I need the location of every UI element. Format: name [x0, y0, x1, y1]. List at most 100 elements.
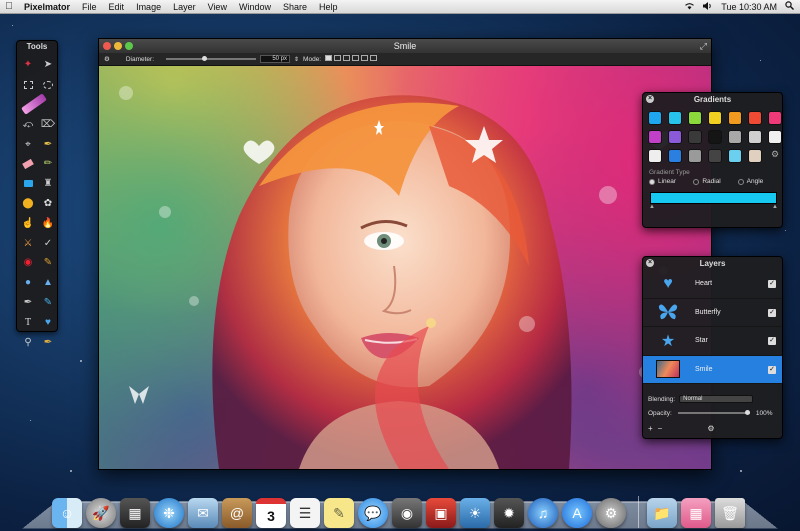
diameter-stepper-icon[interactable]: ⇕ [294, 56, 299, 63]
gradient-swatch[interactable] [648, 111, 662, 125]
menu-help[interactable]: Help [313, 0, 344, 14]
lasso-tool-icon[interactable]: ⤽ [18, 114, 38, 134]
gradient-swatch[interactable] [708, 111, 722, 125]
gradient-stop-left-icon[interactable]: ▲ [649, 204, 655, 210]
gradient-swatch[interactable] [728, 111, 742, 125]
system-preferences-icon[interactable]: ⚙ [596, 498, 626, 528]
diameter-value-field[interactable]: 50 px [260, 55, 291, 63]
type-tool-icon[interactable]: T [18, 312, 38, 332]
menu-layer[interactable]: Layer [167, 0, 202, 14]
opacity-value[interactable]: 100% [756, 410, 773, 417]
mode-other-icon[interactable] [370, 55, 378, 61]
mode-subtract-icon[interactable] [343, 55, 351, 61]
menu-window[interactable]: Window [233, 0, 277, 14]
sharpen-triangle-tool-icon[interactable]: ▲ [38, 273, 58, 293]
photo-booth-icon[interactable]: ▣ [426, 498, 456, 528]
gradient-swatch[interactable] [648, 130, 662, 144]
app-store-icon[interactable]: A [562, 498, 592, 528]
shape-heart-tool-icon[interactable]: ♥ [38, 312, 58, 332]
close-icon[interactable]: × [646, 95, 654, 103]
pen-tool-icon[interactable]: ✒ [18, 293, 38, 313]
mode-exclude-icon[interactable] [361, 55, 369, 61]
launchpad-icon[interactable]: 🚀 [86, 498, 116, 528]
menubar-clock[interactable]: Tue 10:30 AM [721, 2, 777, 12]
volume-icon[interactable] [703, 1, 713, 12]
mode-add-icon[interactable] [334, 55, 342, 61]
calendar-icon[interactable]: 3 [256, 498, 286, 528]
finder-icon[interactable]: ☺ [52, 498, 82, 528]
gradient-type-linear[interactable]: Linear [649, 178, 693, 185]
add-layer-button[interactable]: + [648, 424, 653, 433]
iphoto-icon[interactable]: ☀ [460, 498, 490, 528]
clone-stamp-tool-icon[interactable]: ♜ [38, 174, 58, 194]
menu-pixelmator[interactable]: Pixelmator [18, 0, 76, 14]
gradient-options-gear-icon[interactable]: ⚙ [768, 149, 782, 163]
layer-options-gear-icon[interactable]: ⚙ [707, 424, 714, 433]
smudge-tool-icon[interactable]: ☝ [18, 213, 38, 233]
minimize-window-button[interactable] [114, 42, 122, 50]
layer-visibility-checkbox[interactable]: ✓ [768, 337, 776, 345]
messages-icon[interactable]: 💬 [358, 498, 388, 528]
zoom-window-button[interactable] [125, 42, 133, 50]
applications-folder-icon[interactable]: 📁 [647, 498, 677, 528]
zoom-tool-icon[interactable]: ⚲ [18, 332, 38, 352]
brush-tool-icon[interactable]: ✏ [38, 154, 58, 174]
layer-row-smile[interactable]: Smile ✓ [643, 355, 782, 384]
fullscreen-icon[interactable]: ⤢ [700, 39, 707, 53]
eraser-tool-icon[interactable] [18, 154, 38, 174]
ellipse-select-tool-icon[interactable] [38, 75, 58, 95]
layer-row-heart[interactable]: ♥ Heart ✓ [643, 270, 782, 299]
gradient-swatch[interactable] [648, 149, 662, 163]
gradient-swatch[interactable] [728, 149, 742, 163]
gradient-swatch[interactable] [668, 149, 682, 163]
layer-visibility-checkbox[interactable]: ✓ [768, 365, 776, 374]
gradient-swatch[interactable] [708, 149, 722, 163]
itunes-icon[interactable]: ♫ [528, 498, 558, 528]
gradient-swatch[interactable] [668, 111, 682, 125]
move-tool-icon[interactable]: ➤ [38, 55, 58, 75]
gradient-swatch[interactable] [688, 111, 702, 125]
pencil-tool-icon[interactable]: ✎ [38, 253, 58, 273]
rect-select-tool-icon[interactable] [18, 75, 38, 95]
gradient-swatch[interactable] [768, 111, 782, 125]
layer-visibility-checkbox[interactable]: ✓ [768, 308, 776, 317]
gradient-swatch[interactable] [668, 130, 682, 144]
menu-image[interactable]: Image [130, 0, 167, 14]
mail-icon[interactable]: ✉ [188, 498, 218, 528]
eyedropper-tool-icon[interactable]: ✒ [38, 134, 58, 154]
image-canvas[interactable] [99, 66, 711, 469]
gradient-swatch[interactable] [748, 149, 762, 163]
remove-layer-button[interactable]: − [658, 424, 663, 433]
close-icon[interactable]: × [646, 259, 654, 267]
sponge-tool-icon[interactable]: ✿ [38, 194, 58, 214]
mode-buttons[interactable] [325, 55, 379, 63]
eraser-pen-tool-icon[interactable] [18, 93, 58, 116]
layer-row-butterfly[interactable]: Butterfly ✓ [643, 299, 782, 327]
menu-edit[interactable]: Edit [103, 0, 131, 14]
gradient-swatch[interactable] [768, 130, 782, 144]
crop-tool-icon[interactable]: ⌖ [18, 134, 38, 154]
menu-share[interactable]: Share [277, 0, 313, 14]
sharpen-tool-icon[interactable]: ✓ [38, 233, 58, 253]
burn-tool-icon[interactable]: 🔥 [38, 213, 58, 233]
mission-control-icon[interactable]: ▦ [120, 498, 150, 528]
diameter-slider[interactable] [166, 56, 257, 61]
search-icon[interactable] [785, 1, 794, 12]
gradient-swatch[interactable] [688, 149, 702, 163]
pictures-stack-icon[interactable]: ▦ [681, 498, 711, 528]
gradient-stop-right-icon[interactable]: ▲ [772, 204, 778, 210]
opacity-slider[interactable] [677, 410, 750, 415]
safari-icon[interactable]: ❉ [154, 498, 184, 528]
paint-bucket-tool-icon[interactable]: ⬤ [18, 194, 38, 214]
gradient-swatch[interactable] [708, 130, 722, 144]
gradient-swatch[interactable] [728, 130, 742, 144]
layer-visibility-checkbox[interactable]: ✓ [768, 280, 776, 288]
heal-tool-icon[interactable]: ⚔ [18, 233, 38, 253]
red-eye-tool-icon[interactable]: ◉ [18, 253, 38, 273]
fill-bucket-tool-icon[interactable] [18, 174, 38, 194]
aperture-icon[interactable]: ✹ [494, 498, 524, 528]
apple-logo-icon[interactable]:  [0, 1, 18, 12]
menu-view[interactable]: View [202, 0, 233, 14]
blending-select[interactable]: Normal [679, 395, 754, 403]
gradient-type-angle[interactable]: Angle [737, 178, 782, 185]
